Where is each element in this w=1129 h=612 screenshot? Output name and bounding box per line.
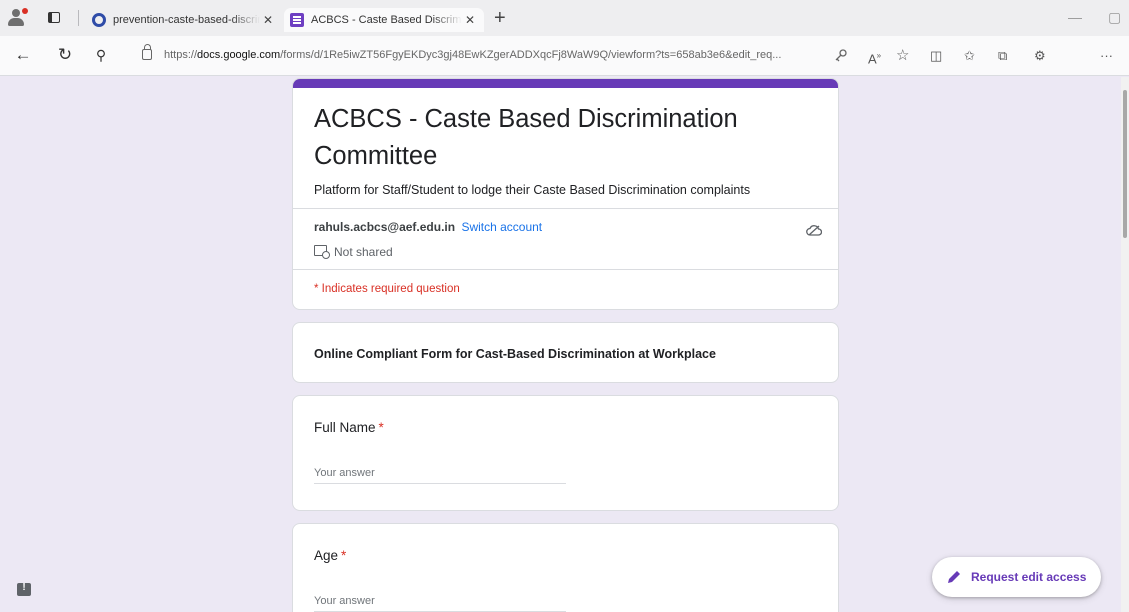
request-edit-access-button[interactable]: Request edit access — [932, 557, 1101, 597]
new-tab-icon[interactable]: + — [494, 6, 506, 30]
account-email: rahuls.acbcs@aef.edu.in — [314, 220, 456, 234]
profile-icon[interactable] — [8, 8, 28, 27]
lock-icon[interactable] — [142, 44, 152, 60]
close-tab-icon[interactable]: ✕ — [260, 13, 276, 27]
close-tab-icon[interactable]: ✕ — [462, 13, 478, 27]
tab-prevention[interactable]: prevention-caste-based-discrimination ✕ — [86, 8, 282, 32]
tab-actions-icon[interactable] — [48, 12, 60, 23]
restore-icon[interactable]: ▢ — [1108, 9, 1121, 26]
collections-icon[interactable]: ⧉ — [998, 48, 1007, 64]
question-card-age: Age * — [292, 523, 839, 612]
not-shared-icon — [314, 245, 330, 259]
back-arrow-icon[interactable]: ← — [12, 44, 34, 66]
required-note: * Indicates required question — [314, 283, 460, 295]
scrollbar-thumb[interactable] — [1123, 90, 1127, 238]
divider — [293, 208, 838, 209]
divider — [78, 10, 79, 26]
question-card-full-name: Full Name * — [292, 395, 839, 511]
google-forms-icon — [290, 13, 304, 27]
form-description: Platform for Staff/Student to lodge thei… — [314, 183, 751, 197]
report-feedback-icon[interactable] — [17, 582, 31, 596]
form-header-card: ACBCS - Caste Based Discrimination Commi… — [292, 78, 839, 310]
section-card: Online Compliant Form for Cast-Based Dis… — [292, 322, 839, 383]
tab-title: prevention-caste-based-discrimination — [113, 14, 260, 26]
read-aloud-icon[interactable]: A» — [868, 48, 881, 67]
favorite-star-icon[interactable]: ☆ — [896, 48, 909, 64]
address-bar[interactable]: https://docs.google.com/forms/d/1Re5iwZT… — [134, 42, 879, 70]
section-title: Online Compliant Form for Cast-Based Dis… — [314, 347, 716, 361]
minimize-icon[interactable]: — — [1068, 9, 1082, 25]
url-text[interactable]: https://docs.google.com/forms/d/1Re5iwZT… — [164, 49, 832, 61]
search-icon[interactable]: ⚲ — [90, 44, 112, 66]
theme-stripe — [293, 79, 838, 88]
question-label: Age * — [314, 548, 347, 563]
divider — [293, 269, 838, 270]
question-label: Full Name * — [314, 420, 384, 435]
browser-tab-strip: prevention-caste-based-discrimination ✕ … — [0, 0, 1129, 36]
not-shared-text: Not shared — [334, 245, 393, 259]
key-icon[interactable] — [834, 48, 848, 62]
ring-icon — [92, 13, 106, 27]
favorites-icon[interactable]: ✩ — [964, 48, 975, 64]
cloud-save-icon[interactable] — [806, 224, 822, 236]
switch-account-link[interactable]: Switch account — [461, 220, 542, 234]
age-input[interactable] — [314, 590, 566, 612]
browser-toolbar: ← ↻ ⚲ https://docs.google.com/forms/d/1R… — [0, 36, 1129, 76]
tab-title: ACBCS - Caste Based Discrimination — [311, 14, 462, 26]
pencil-icon — [948, 571, 960, 583]
full-name-input[interactable] — [314, 462, 566, 484]
required-asterisk: * — [378, 420, 384, 435]
extension-icon[interactable]: ⚙ — [1034, 48, 1046, 64]
split-screen-icon[interactable]: ◫ — [930, 48, 942, 64]
form-title: ACBCS - Caste Based Discrimination Commi… — [314, 105, 738, 170]
more-options-icon[interactable]: ··· — [1100, 48, 1113, 64]
refresh-icon[interactable]: ↻ — [54, 44, 76, 66]
account-info: rahuls.acbcs@aef.edu.in Switch account — [314, 220, 542, 234]
required-asterisk: * — [341, 548, 347, 563]
tab-acbcs-form[interactable]: ACBCS - Caste Based Discrimination ✕ — [284, 8, 484, 32]
request-edit-access-label: Request edit access — [971, 570, 1087, 584]
